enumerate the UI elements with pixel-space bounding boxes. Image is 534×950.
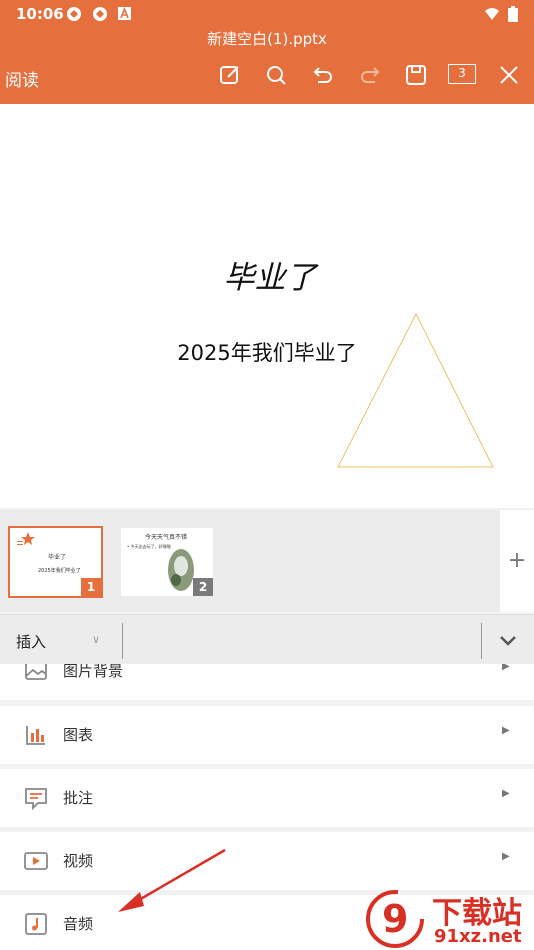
menu-item-image-background[interactable]: 图片背景 ▶ (0, 664, 534, 700)
svg-text:9: 9 (382, 897, 408, 941)
chart-icon (26, 726, 45, 745)
video-icon (24, 852, 48, 870)
star-decoration-icon (17, 532, 35, 545)
thumbnail-number: 2 (193, 578, 213, 596)
edit-icon (220, 66, 239, 84)
thumbnail-bullet: • 今天出去玩了，好嘿嘿 (127, 544, 171, 549)
watermark-url: 91xz.net (434, 926, 522, 947)
audio-icon (25, 913, 47, 935)
chevron-right-icon: ▶ (502, 664, 510, 672)
status-time: 10:06 (16, 5, 64, 23)
undo-button[interactable] (310, 62, 336, 88)
wifi-icon (485, 8, 499, 20)
thumbnail-title: 毕业了 (48, 554, 67, 561)
close-icon (500, 66, 518, 84)
chevron-down-icon[interactable]: ∨ (92, 633, 100, 646)
notification-a-icon (118, 7, 131, 20)
document-title: 新建空白(1).pptx (207, 30, 327, 48)
divider (481, 623, 482, 659)
chevron-right-icon: ▶ (502, 851, 510, 862)
photo-image (168, 549, 194, 591)
mode-bar: 插入 ∨ (0, 614, 534, 664)
watermark: 9 下载站 91xz.net (362, 888, 534, 950)
menu-item-label: 视频 (63, 852, 94, 870)
save-button[interactable] (403, 62, 429, 88)
chevron-right-icon: ▶ (502, 788, 510, 799)
menu-item-comment[interactable]: 批注 ▶ (0, 769, 534, 827)
battery-icon (508, 6, 518, 22)
slide-thumbnails: 毕业了 2025年我们毕业了 1 今天天气真不错 • 今天出去玩了，好嘿嘿 2 … (0, 510, 534, 612)
app-notification-icon (93, 7, 107, 21)
edit-button[interactable] (217, 62, 243, 88)
redo-icon (361, 67, 380, 83)
triangle-shape[interactable] (336, 312, 496, 470)
insert-mode-selector[interactable]: 插入 (16, 631, 46, 652)
menu-item-label: 图片背景 (63, 664, 124, 680)
image-icon (25, 664, 47, 680)
divider (122, 623, 123, 659)
undo-icon (313, 67, 332, 83)
app-notification-icon (67, 7, 81, 21)
status-bar: 10:06 (0, 0, 534, 28)
thumbnail-slide-1[interactable]: 毕业了 2025年我们毕业了 1 (8, 526, 103, 598)
slide-canvas[interactable]: 毕业了 2025年我们毕业了 (0, 104, 534, 508)
thumbnail-title: 今天天气真不错 (145, 534, 188, 541)
page-count-button[interactable]: 3 (448, 64, 476, 84)
menu-item-label: 音频 (63, 915, 94, 933)
app-bar: 10:06 新建空白(1).pptx 阅读 3 (0, 0, 534, 104)
menu-item-label: 批注 (63, 789, 94, 807)
thumbnail-number: 1 (81, 578, 101, 596)
close-button[interactable] (496, 62, 522, 88)
redo-button[interactable] (357, 62, 383, 88)
search-button[interactable] (263, 62, 289, 88)
menu-item-label: 图表 (63, 726, 94, 744)
red-arrow-annotation (118, 848, 226, 912)
menu-item-chart[interactable]: 图表 ▶ (0, 706, 534, 764)
collapse-panel-icon[interactable] (494, 627, 522, 655)
chevron-right-icon: ▶ (502, 725, 510, 736)
slide-title[interactable]: 毕业了 (0, 252, 534, 297)
read-mode-button[interactable]: 阅读 (5, 66, 39, 91)
search-icon (267, 66, 286, 85)
add-slide-button[interactable]: + (500, 510, 534, 612)
thumbnail-slide-2[interactable]: 今天天气真不错 • 今天出去玩了，好嘿嘿 2 (121, 528, 213, 596)
watermark-logo: 9 (366, 890, 424, 948)
menu-item-video[interactable]: 视频 ▶ (0, 832, 534, 890)
comment-icon (25, 788, 47, 810)
thumbnail-subtitle: 2025年我们毕业了 (38, 568, 81, 574)
save-icon (406, 65, 426, 85)
